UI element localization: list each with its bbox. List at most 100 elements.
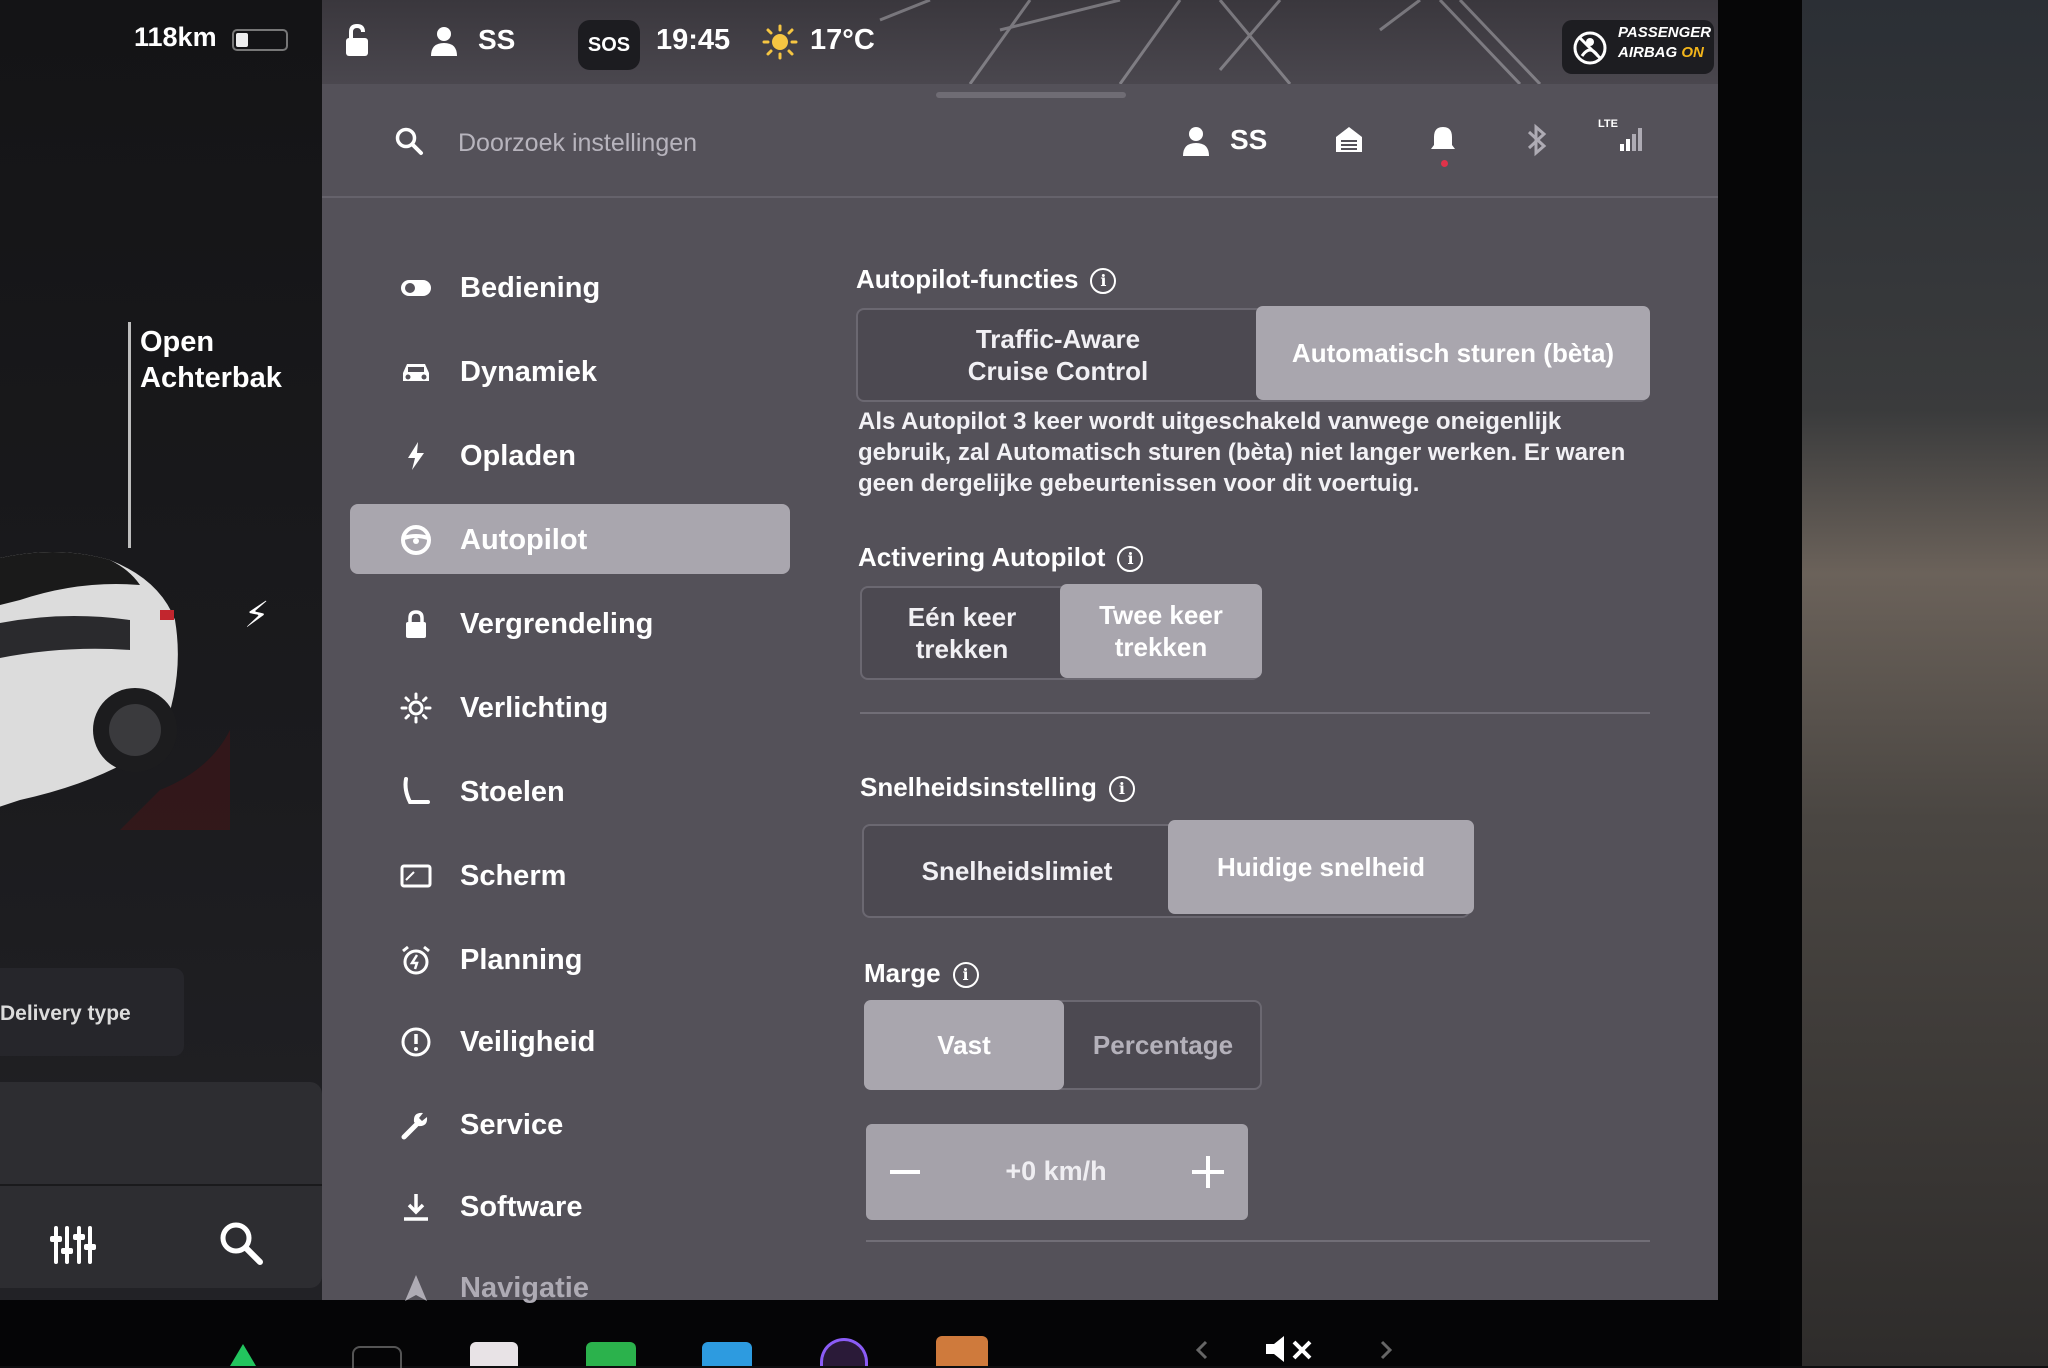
info-icon[interactable]: i (1108, 776, 1135, 802)
calendar-app-icon[interactable] (470, 1342, 518, 1366)
chevron-right-icon[interactable] (1378, 1338, 1394, 1362)
option-percentage[interactable]: Percentage (1064, 1002, 1262, 1088)
profile-icon[interactable] (1182, 126, 1210, 156)
sidebar-item-autopilot[interactable]: Autopilot (350, 504, 790, 574)
sidebar-item-label: Vergrendeling (460, 608, 654, 640)
sidebar-item-dynamiek[interactable]: Dynamiek (350, 336, 790, 406)
section-title-text: Snelheidsinstelling (860, 772, 1097, 802)
drag-handle[interactable] (936, 92, 1126, 98)
home-garage-icon[interactable] (1334, 124, 1364, 154)
background-surroundings (1780, 0, 2048, 1366)
taskbar (0, 1300, 1780, 1368)
camera-app-icon[interactable] (820, 1338, 868, 1366)
bluetooth-app-icon[interactable] (702, 1342, 752, 1366)
search-icon (395, 127, 423, 155)
sidebar-item-scherm[interactable]: Scherm (350, 840, 790, 910)
alarm-icon (402, 945, 430, 975)
option-line: trekken (1114, 632, 1208, 662)
equalizer-icon[interactable] (48, 1222, 98, 1268)
bolt-icon (408, 442, 424, 470)
sidebar-item-label: Autopilot (460, 524, 588, 556)
sidebar-item-label: Dynamiek (460, 356, 598, 388)
airbag-state: ON (1681, 44, 1704, 61)
outside-temperature: 17°C (810, 24, 875, 56)
info-icon[interactable]: i (1090, 268, 1117, 294)
sidebar-item-label: Scherm (460, 860, 567, 892)
sos-button[interactable]: SOS (578, 20, 640, 70)
airbag-label-line1: PASSENGER (1618, 24, 1712, 41)
signal-strength-icon (1620, 128, 1642, 151)
wrench-icon (401, 1112, 428, 1140)
option-fixed[interactable]: Vast (864, 1000, 1064, 1090)
bluetooth-icon[interactable] (1524, 122, 1550, 158)
settings-search-input[interactable] (456, 124, 960, 162)
sidebar-item-veiligheid[interactable]: Veiligheid (350, 1006, 790, 1076)
margin-stepper: +0 km/h (866, 1124, 1248, 1220)
speed-setting-selector: Snelheidslimiet Huidige snelheid (862, 820, 1474, 918)
header-divider (322, 196, 1718, 198)
activation-selector: Eén keer trekken Twee keer trekken (860, 584, 1262, 680)
sidebar-item-verlichting[interactable]: Verlichting (350, 672, 790, 742)
sidebar-item-vergrendeling[interactable]: Vergrendeling (350, 588, 790, 658)
option-traffic-aware-cruise-control[interactable]: Traffic-Aware Cruise Control (858, 310, 1258, 400)
plus-icon[interactable] (1188, 1152, 1228, 1192)
info-icon[interactable]: i (952, 962, 979, 988)
section-divider (866, 1240, 1650, 1242)
sidebar-item-software[interactable]: Software (350, 1171, 790, 1241)
option-line: trekken (915, 634, 1009, 664)
toybox-app-icon[interactable] (936, 1336, 988, 1366)
sidebar-item-label: Planning (460, 944, 583, 976)
option-speed-limit[interactable]: Snelheidslimiet (864, 826, 1170, 916)
sidebar-item-service[interactable]: Service (350, 1089, 790, 1159)
seat-icon (403, 777, 430, 804)
trunk-indicator-line (128, 322, 131, 548)
option-pull-twice[interactable]: Twee keer trekken (1060, 584, 1262, 678)
sidebar-item-stoelen[interactable]: Stoelen (350, 756, 790, 826)
sidebar-item-planning[interactable]: Planning (350, 924, 790, 994)
option-autosteer-beta[interactable]: Automatisch sturen (bèta) (1256, 306, 1650, 400)
quick-controls-divider (0, 1184, 322, 1186)
chevron-left-icon[interactable] (1194, 1338, 1210, 1362)
sidebar-item-bediening[interactable]: Bediening (350, 252, 790, 322)
option-line: Traffic-Aware (975, 324, 1141, 354)
minus-icon[interactable] (886, 1154, 926, 1190)
option-current-speed[interactable]: Huidige snelheid (1168, 820, 1474, 914)
option-pull-once[interactable]: Eén keer trekken (862, 588, 1062, 678)
lock-icon (406, 610, 426, 638)
sidebar-item-opladen[interactable]: Opladen (350, 420, 790, 490)
notification-bell-icon[interactable] (1428, 124, 1458, 156)
sidebar-item-label: Service (460, 1109, 564, 1141)
autopilot-strikeout-description: Als Autopilot 3 keer wordt uitgeschakeld… (858, 408, 1626, 497)
section-title-text: Autopilot-functies (856, 264, 1079, 294)
search-icon[interactable] (216, 1218, 266, 1268)
light-icon (400, 692, 432, 724)
profile-name[interactable]: SS (478, 24, 515, 56)
sidebar-item-label: Veiligheid (460, 1026, 596, 1058)
car-image (0, 552, 230, 830)
airbag-icon (1573, 31, 1607, 65)
alert-icon (401, 1027, 431, 1057)
profile-icon[interactable] (430, 26, 458, 56)
range-display: 118km (134, 22, 217, 52)
climate-icon[interactable] (352, 1346, 402, 1368)
airbag-label-line2: AIRBAG ON (1618, 44, 1704, 61)
gear-shift-icon[interactable] (228, 1344, 258, 1366)
screen-icon (400, 864, 432, 888)
unlock-icon[interactable] (342, 24, 372, 58)
battery-icon (232, 29, 288, 51)
sidebar-item-label: Software (460, 1191, 583, 1223)
delivery-type-card[interactable]: Delivery type (0, 968, 184, 1056)
volume-mute-icon[interactable] (1262, 1332, 1320, 1366)
margin-value: +0 km/h (1005, 1156, 1107, 1186)
lte-label: LTE (1598, 118, 1618, 130)
open-trunk-button[interactable]: Open Achterbak (140, 324, 282, 396)
margin-title: Marge i (864, 958, 979, 989)
delivery-type-label: Delivery type (0, 1002, 131, 1025)
option-line: Twee keer (1099, 600, 1223, 630)
sidebar-item-label: Stoelen (460, 776, 565, 808)
info-icon[interactable]: i (1117, 546, 1144, 572)
autopilot-features-title: Autopilot-functies i (856, 264, 1117, 295)
energy-app-icon[interactable] (586, 1342, 636, 1366)
profile-name[interactable]: SS (1230, 124, 1267, 156)
trunk-label-line1: Open (140, 326, 215, 358)
